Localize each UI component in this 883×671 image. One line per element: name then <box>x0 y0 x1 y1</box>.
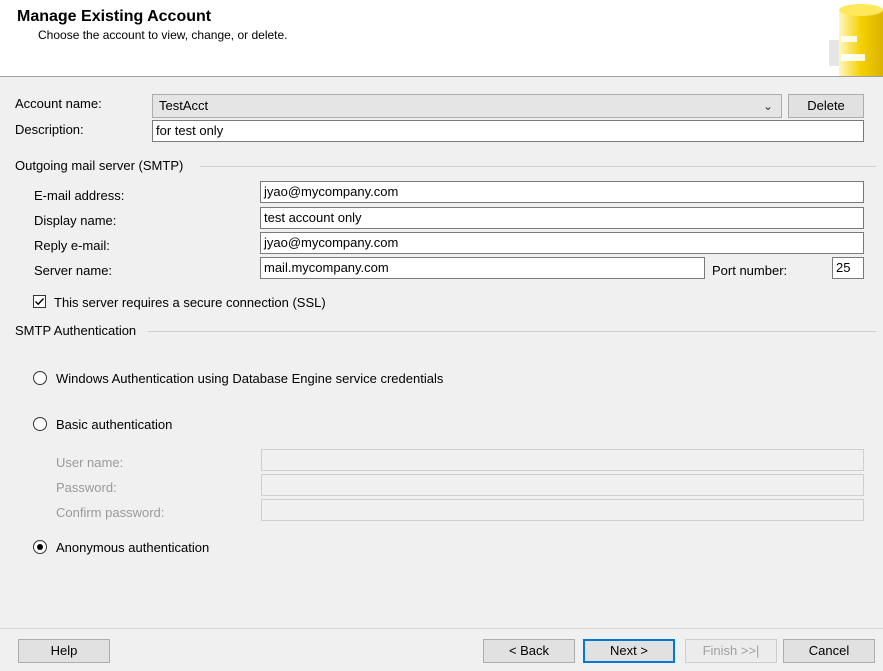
email-address-label: E-mail address: <box>34 188 125 203</box>
footer-divider <box>0 628 883 629</box>
anonymous-auth-radio[interactable] <box>33 540 47 554</box>
port-number-label: Port number: <box>712 263 788 278</box>
server-name-label: Server name: <box>34 263 113 278</box>
email-address-field[interactable]: jyao@mycompany.com <box>260 181 864 203</box>
display-name-label: Display name: <box>34 213 117 228</box>
ssl-checkbox[interactable] <box>33 295 46 308</box>
account-name-value: TestAcct <box>159 98 209 113</box>
help-button[interactable]: Help <box>18 639 110 663</box>
page-subtitle: Choose the account to view, change, or d… <box>38 28 288 42</box>
basic-auth-radio[interactable] <box>33 417 47 431</box>
auth-group-divider <box>148 331 876 332</box>
confirm-password-field[interactable] <box>261 499 864 521</box>
radio-selected-dot-icon <box>37 544 43 550</box>
username-label: User name: <box>56 455 124 470</box>
back-button[interactable]: < Back <box>483 639 575 663</box>
description-label: Description: <box>15 122 84 137</box>
basic-auth-label[interactable]: Basic authentication <box>56 417 172 432</box>
auth-group-title: SMTP Authentication <box>15 323 143 338</box>
windows-auth-radio[interactable] <box>33 371 47 385</box>
reply-email-field[interactable]: jyao@mycompany.com <box>260 232 864 254</box>
server-name-field[interactable]: mail.mycompany.com <box>260 257 705 279</box>
confirm-password-label: Confirm password: <box>56 505 165 520</box>
anonymous-auth-label[interactable]: Anonymous authentication <box>56 540 209 555</box>
next-button[interactable]: Next > <box>583 639 675 663</box>
smtp-group-divider <box>200 166 876 167</box>
finish-button[interactable]: Finish >>| <box>685 639 777 663</box>
password-label: Password: <box>56 480 117 495</box>
delete-account-button[interactable]: Delete <box>788 94 864 118</box>
database-mail-logo-icon <box>829 4 883 76</box>
display-name-field[interactable]: test account only <box>260 207 864 229</box>
windows-auth-label[interactable]: Windows Authentication using Database En… <box>56 371 443 386</box>
account-name-combo[interactable]: TestAcct ⌄ <box>152 94 782 118</box>
reply-email-label: Reply e-mail: <box>34 238 110 253</box>
cancel-button[interactable]: Cancel <box>783 639 875 663</box>
username-field[interactable] <box>261 449 864 471</box>
smtp-group-title: Outgoing mail server (SMTP) <box>15 158 190 173</box>
checkmark-icon <box>35 298 45 306</box>
page-title: Manage Existing Account <box>17 8 212 25</box>
ssl-label[interactable]: This server requires a secure connection… <box>54 295 326 310</box>
port-number-field[interactable]: 25 <box>832 257 864 279</box>
chevron-down-icon[interactable]: ⌄ <box>763 99 773 113</box>
password-field[interactable] <box>261 474 864 496</box>
account-name-label: Account name: <box>15 96 102 111</box>
wizard-header: Manage Existing Account Choose the accou… <box>0 0 883 77</box>
description-field[interactable]: for test only <box>152 120 864 142</box>
